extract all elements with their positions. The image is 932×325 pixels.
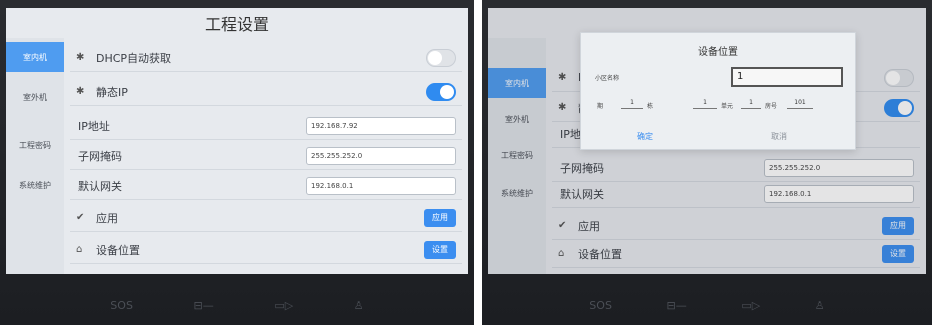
dhcp-toggle[interactable] bbox=[426, 48, 456, 67]
hardware-buttons: SOS ⊟— ▭▷ ♙ bbox=[482, 285, 932, 325]
device-location-dialog: 设备位置 小区名称 1 期 1 栋 1 单元 1 房号 101 确定 取消 bbox=[580, 32, 856, 150]
location-label: 设备位置 bbox=[96, 243, 140, 257]
ip-row: IP地址 192.168.7.92 bbox=[70, 112, 462, 140]
sidebar-item-outdoor[interactable]: 室外机 bbox=[6, 82, 64, 112]
confirm-button[interactable]: 确定 bbox=[637, 131, 653, 142]
room-label: 房号 bbox=[765, 103, 778, 110]
gear-icon: ✱ bbox=[76, 86, 85, 97]
sos-button[interactable]: SOS bbox=[589, 299, 612, 312]
apply-label: 应用 bbox=[96, 211, 118, 225]
page-title: 工程设置 bbox=[204, 15, 269, 34]
unit-label: 单元 bbox=[721, 103, 734, 110]
gateway-field[interactable]: 192.168.0.1 bbox=[306, 176, 456, 195]
community-input[interactable]: 1 bbox=[731, 67, 843, 87]
sidebar: 室内机 室外机 工程密码 系统维护 bbox=[6, 38, 64, 274]
mask-label: 子网掩码 bbox=[78, 149, 122, 163]
hardware-buttons: SOS ⊟— ▭▷ ♙ bbox=[0, 285, 474, 325]
gateway-label: 默认网关 bbox=[78, 179, 122, 193]
static-ip-label: 静态IP bbox=[96, 85, 128, 99]
device-photo-right: 室内机 室外机 工程密码 系统维护 ✱ DH ✱ 静 IP地址 子网掩码 255… bbox=[482, 0, 932, 325]
sidebar-item-maintenance[interactable]: 系统维护 bbox=[6, 170, 64, 200]
sidebar-item-password[interactable]: 工程密码 bbox=[6, 130, 64, 160]
static-ip-row: ✱ 静态IP bbox=[70, 78, 462, 106]
room-input[interactable]: 101 bbox=[787, 99, 813, 109]
person-icon[interactable]: ♙ bbox=[354, 299, 364, 312]
apply-row: ✔ 应用 应用 bbox=[70, 204, 462, 232]
mask-field[interactable]: 255.255.252.0 bbox=[306, 146, 456, 165]
building-input[interactable]: 1 bbox=[693, 99, 717, 109]
location-set-button[interactable]: 设置 bbox=[424, 240, 456, 259]
community-label: 小区名称 bbox=[595, 75, 620, 82]
camera-icon[interactable]: ▭▷ bbox=[274, 299, 293, 312]
settings-screen: 室内机 室外机 工程密码 系统维护 ✱ DH ✱ 静 IP地址 子网掩码 255… bbox=[488, 8, 926, 274]
ip-label: IP地址 bbox=[78, 119, 110, 133]
dhcp-row: ✱ DHCP自动获取 bbox=[70, 44, 462, 72]
building-label: 栋 bbox=[647, 103, 654, 110]
dialog-title: 设备位置 bbox=[698, 47, 738, 58]
toggle-knob bbox=[428, 50, 442, 65]
cancel-button[interactable]: 取消 bbox=[771, 131, 787, 142]
settings-screen: 工程设置 室内机 室外机 工程密码 系统维护 ✱ DHCP自动获取 ✱ 静态IP… bbox=[6, 8, 468, 274]
device-photo-left: 工程设置 室内机 室外机 工程密码 系统维护 ✱ DHCP自动获取 ✱ 静态IP… bbox=[0, 0, 474, 325]
key-icon[interactable]: ⊟— bbox=[667, 299, 687, 312]
period-input[interactable]: 1 bbox=[621, 99, 643, 109]
person-icon[interactable]: ♙ bbox=[815, 299, 825, 312]
camera-icon[interactable]: ▭▷ bbox=[741, 299, 760, 312]
home-icon: ⌂ bbox=[76, 244, 83, 255]
toggle-knob bbox=[440, 84, 454, 99]
mask-row: 子网掩码 255.255.252.0 bbox=[70, 142, 462, 170]
sos-button[interactable]: SOS bbox=[110, 299, 133, 312]
location-row: ⌂ 设备位置 设置 bbox=[70, 236, 462, 264]
ip-field[interactable]: 192.168.7.92 bbox=[306, 116, 456, 135]
gear-icon: ✱ bbox=[76, 52, 85, 63]
dhcp-label: DHCP自动获取 bbox=[96, 51, 172, 65]
key-icon[interactable]: ⊟— bbox=[194, 299, 214, 312]
gateway-row: 默认网关 192.168.0.1 bbox=[70, 172, 462, 200]
unit-input[interactable]: 1 bbox=[741, 99, 761, 109]
apply-button[interactable]: 应用 bbox=[424, 208, 456, 227]
sidebar-item-indoor[interactable]: 室内机 bbox=[6, 42, 64, 72]
static-ip-toggle[interactable] bbox=[426, 82, 456, 101]
period-label: 期 bbox=[597, 103, 604, 110]
check-icon: ✔ bbox=[76, 212, 85, 223]
